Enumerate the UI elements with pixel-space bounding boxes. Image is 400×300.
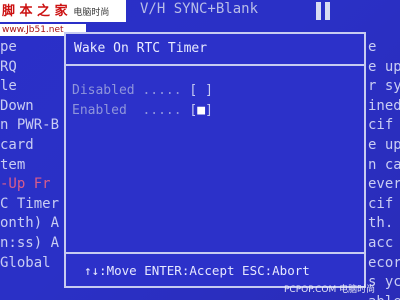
watermark: PCPOP.COM 电脑时尚 (284, 285, 376, 295)
bg-right-line: e (368, 39, 377, 55)
bg-right-line: acc (368, 234, 394, 251)
bg-right-line: th. (368, 215, 394, 232)
title-divider (66, 64, 364, 66)
option-bracket-close: ] (205, 83, 213, 98)
top-status-text: V/H SYNC+Blank (140, 1, 259, 17)
bg-right-line: e up (368, 58, 400, 75)
bg-left-line: n:ss) A (0, 234, 60, 251)
option-disabled[interactable]: Disabled ..... [ ] (72, 82, 213, 100)
bg-left-line: n PWR-B (0, 117, 60, 134)
bg-left-line: RQ (0, 58, 17, 75)
bg-right-line: cif (368, 195, 394, 212)
bg-right-line: ecor (368, 254, 400, 271)
option-dots: ..... (142, 103, 182, 118)
logo-subtext: 电脑时尚 (73, 8, 110, 18)
option-checkbox[interactable]: ■ (197, 103, 205, 118)
option-checkbox[interactable] (197, 83, 205, 98)
help-divider (66, 252, 364, 254)
dialog-title: Wake On RTC Timer (74, 41, 208, 56)
option-label: Disabled (72, 83, 135, 98)
bg-left-line: -Up Fr (0, 176, 51, 193)
option-label: Enabled (72, 103, 127, 118)
bg-left-line: onth) A (0, 215, 60, 232)
bg-right-line: ever (368, 176, 400, 193)
wake-on-rtc-timer-dialog[interactable]: Wake On RTC Timer Disabled ..... [ ] Ena… (64, 32, 366, 288)
bg-left-line: pe (0, 39, 17, 55)
bg-right-line: e up (368, 136, 400, 153)
scrollbar-indicator (316, 2, 332, 20)
bg-left-line: card (0, 136, 34, 153)
bg-left-line: Global (0, 254, 51, 271)
site-logo: 脚 本 之 家 电脑时尚 (0, 0, 126, 22)
bg-right-line: r sy (368, 78, 400, 95)
option-enabled[interactable]: Enabled ..... [■] (72, 102, 213, 120)
bg-left-line: Down (0, 97, 34, 114)
bios-screen: 脚 本 之 家 电脑时尚 www.Jb51.net V/H SYNC+Blank… (0, 0, 400, 300)
option-dots: ..... (142, 83, 182, 98)
background-left-column: pe RQ le Down n PWR-B card tem -Up Fr C … (0, 38, 66, 273)
bg-left-line: C Timer (0, 195, 60, 212)
bg-right-line: cif (368, 117, 394, 134)
background-right-column: e e up r sy ined cif e up n ca ever cif … (368, 38, 400, 300)
bg-left-line: tem (0, 156, 26, 173)
bg-right-line: n ca (368, 156, 400, 173)
option-bracket-close: ] (205, 103, 213, 118)
bg-right-line: ined (368, 97, 400, 114)
dialog-help-text: ↑↓:Move ENTER:Accept ESC:Abort (84, 263, 310, 278)
logo-text: 脚 本 之 家 (2, 4, 68, 19)
bg-left-line: le (0, 78, 17, 95)
